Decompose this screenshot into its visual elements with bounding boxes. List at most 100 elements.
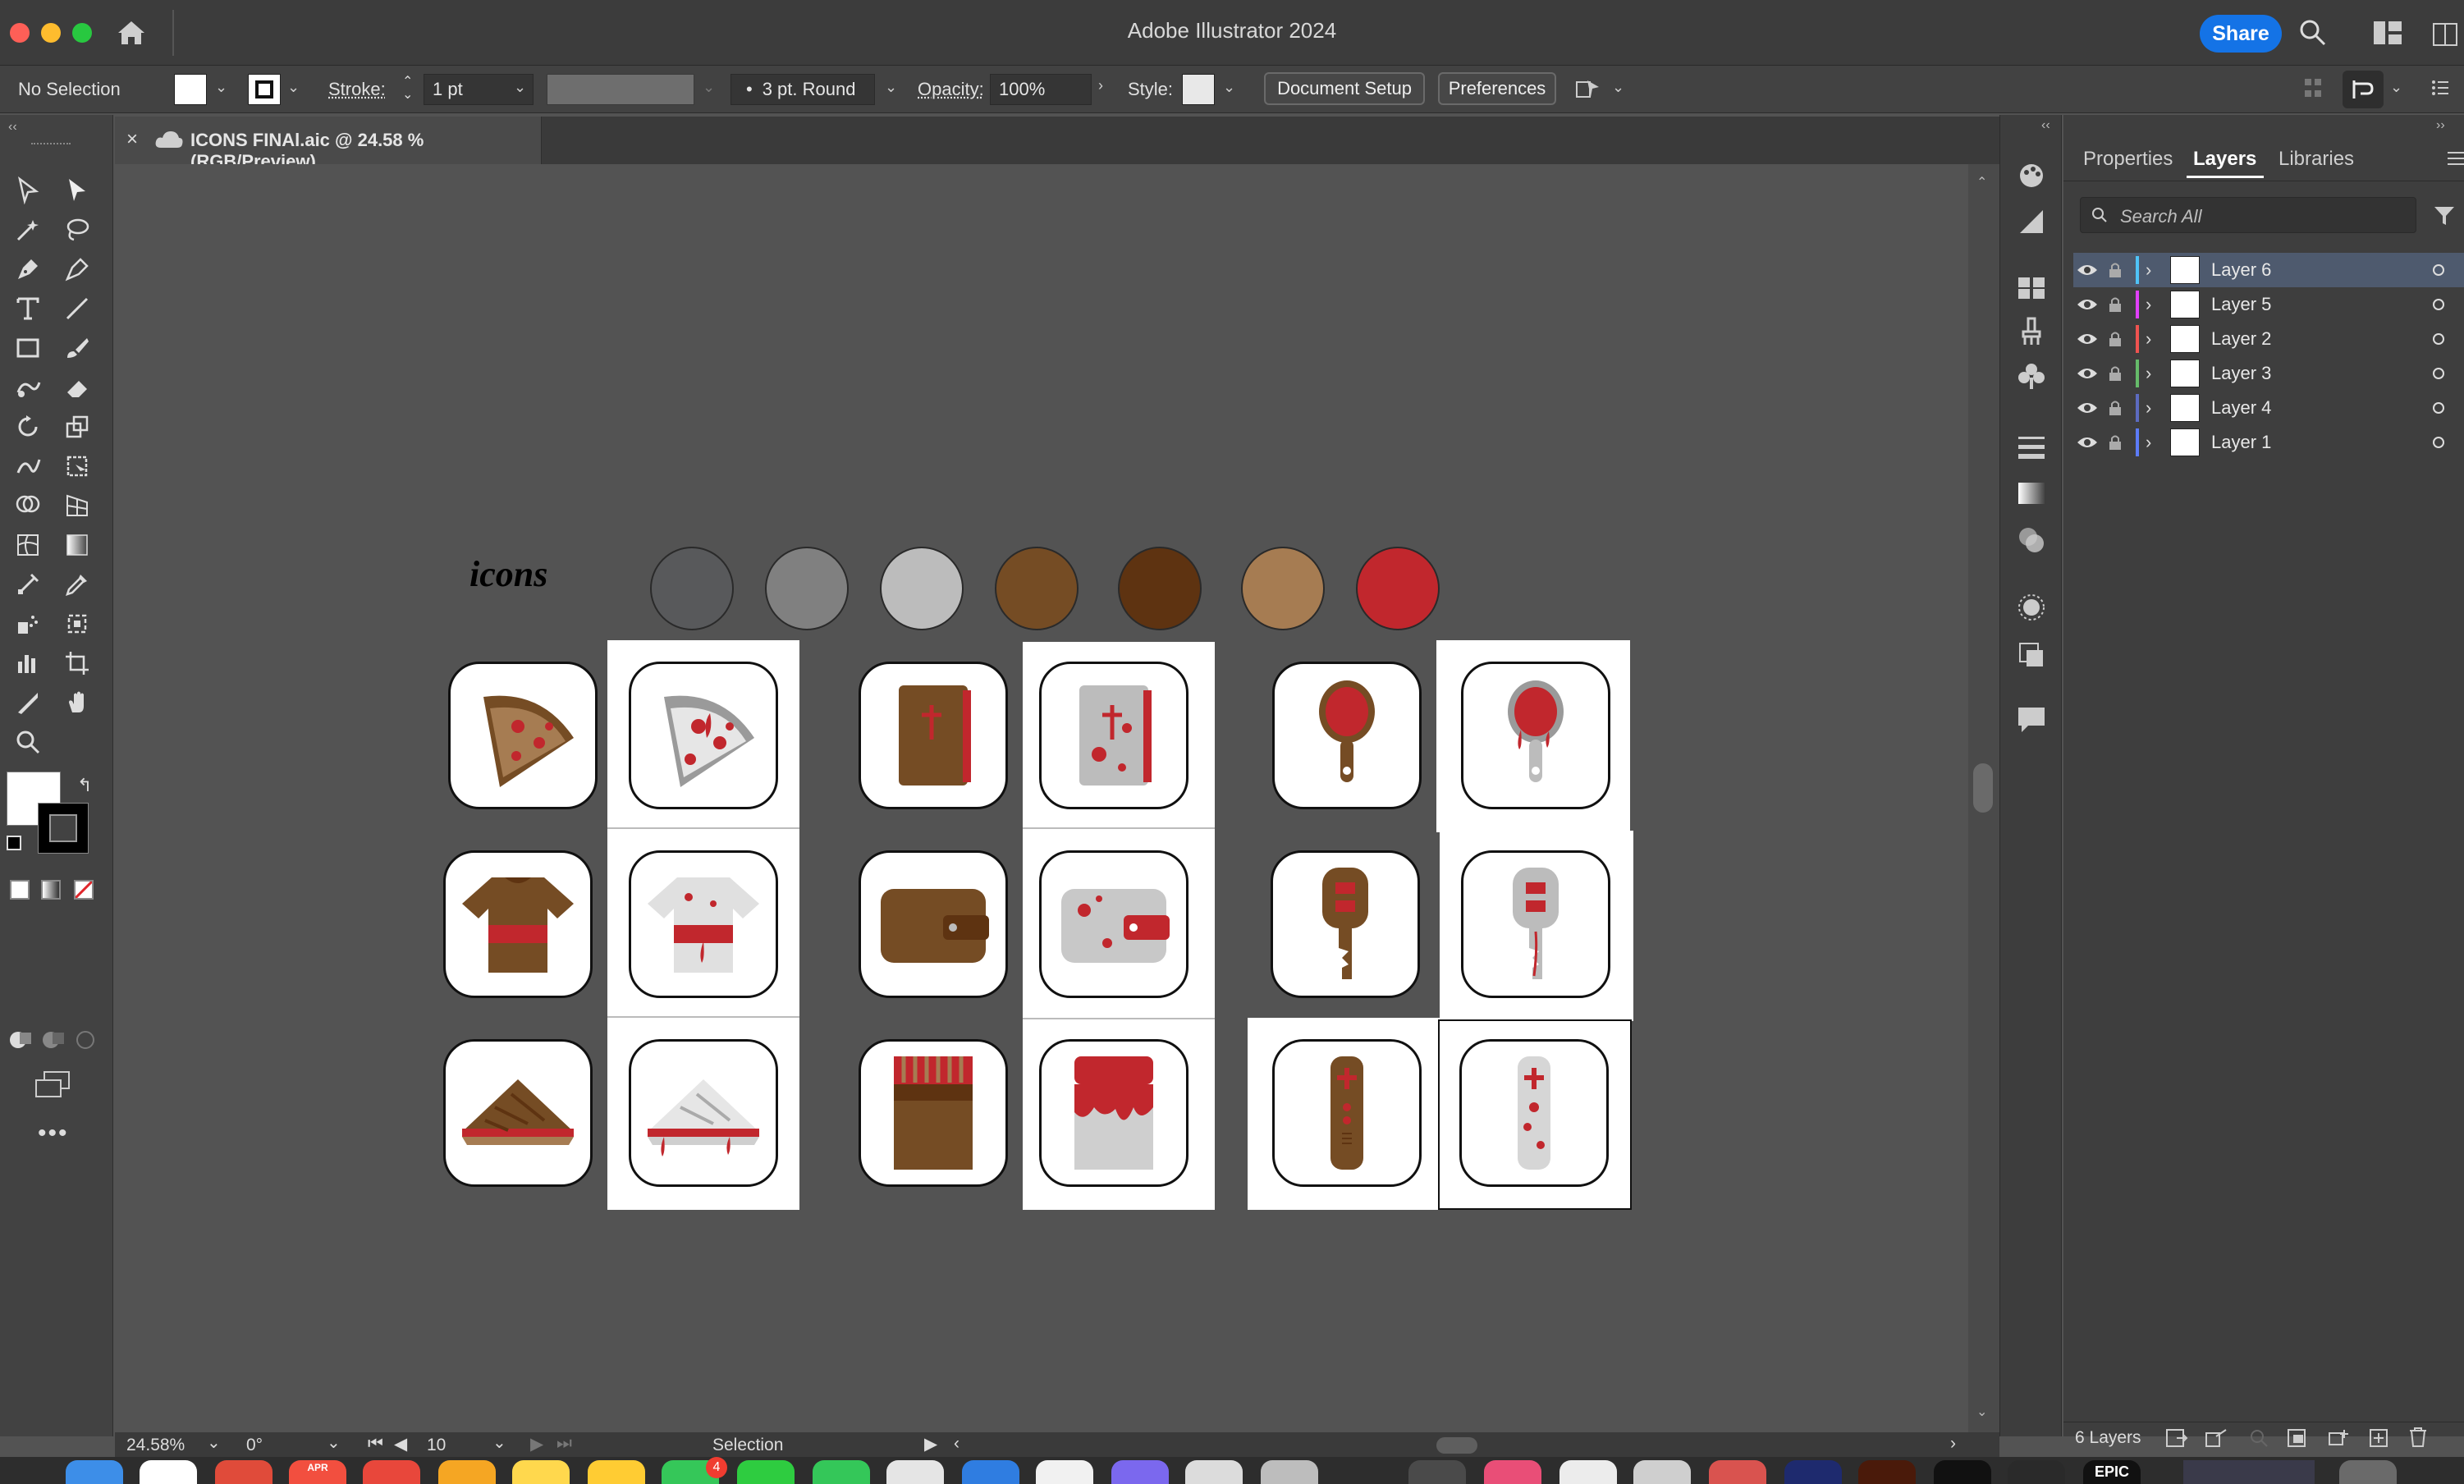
visibility-eye-icon[interactable] [2077, 436, 2101, 449]
eyedropper-tool-icon[interactable] [57, 566, 97, 602]
safari-icon[interactable] [886, 1460, 944, 1484]
brush-chevron-icon[interactable]: ⌄ [885, 79, 897, 96]
stroke-swatch[interactable] [38, 803, 89, 854]
column-graph-tool-icon[interactable] [8, 645, 48, 681]
utility-icon[interactable] [1261, 1460, 1318, 1484]
visibility-eye-icon[interactable] [2077, 298, 2101, 311]
shirt-bloody-icon[interactable] [629, 850, 778, 998]
fill-color-swatch[interactable] [174, 74, 207, 105]
color-swatch-brown[interactable] [995, 547, 1079, 630]
gradient-panel-icon[interactable] [2017, 481, 2046, 506]
layer-name[interactable]: Layer 1 [2211, 432, 2431, 453]
stroke-stepper-icon[interactable]: ⌃ ⌄ [402, 76, 413, 102]
matchbook-bloody-icon[interactable] [1039, 1039, 1188, 1187]
reminders-icon[interactable] [363, 1460, 420, 1484]
hairbrush-icon[interactable] [1272, 662, 1422, 809]
epic-games-icon[interactable]: EPIC [2083, 1460, 2141, 1484]
bible-icon[interactable] [859, 662, 1008, 809]
first-artboard-icon[interactable]: ⏮ [368, 1434, 383, 1454]
make-clipping-mask-icon[interactable] [2287, 1428, 2308, 1448]
lock-icon[interactable] [2108, 434, 2132, 451]
next-artboard-icon[interactable]: ▶ [530, 1434, 543, 1454]
brushes-panel-icon[interactable] [2017, 317, 2046, 346]
expand-layer-chevron-icon[interactable]: › [2146, 397, 2165, 419]
pizza-bloody-icon[interactable] [629, 662, 778, 809]
photoshop-icon[interactable] [1784, 1460, 1842, 1484]
expand-layer-chevron-icon[interactable]: › [2146, 328, 2165, 350]
lock-icon[interactable] [2108, 400, 2132, 416]
layer-name[interactable]: Layer 3 [2211, 363, 2431, 384]
unity-icon[interactable] [1559, 1460, 1617, 1484]
notes-icon[interactable] [438, 1460, 496, 1484]
hand-tool-icon[interactable] [57, 685, 97, 721]
scroll-right-icon[interactable]: › [1950, 1434, 1956, 1454]
sandwich-bloody-icon[interactable] [629, 1039, 778, 1187]
color-swatch-red[interactable] [1356, 547, 1440, 630]
layer-name[interactable]: Layer 5 [2211, 294, 2431, 315]
layer-name[interactable]: Layer 4 [2211, 397, 2431, 419]
scroll-down-icon[interactable]: ⌄ [1976, 1404, 1987, 1420]
scale-tool-icon[interactable] [57, 409, 97, 445]
teams-icon[interactable] [1111, 1460, 1169, 1484]
transform-icon[interactable] [2343, 71, 2384, 108]
whatsapp-icon[interactable] [813, 1460, 870, 1484]
artboard-chevron-icon[interactable]: ⌄ [492, 1432, 506, 1453]
stroke-weight-chevron-icon[interactable]: ⌄ [514, 79, 526, 96]
draw-behind-icon[interactable] [41, 1029, 66, 1051]
filter-icon[interactable] [2433, 204, 2456, 227]
lock-icon[interactable] [2108, 296, 2132, 313]
photos-icon[interactable] [140, 1460, 197, 1484]
symbol-sprayer-tool-icon[interactable] [8, 606, 48, 642]
opacity-arrow-icon[interactable]: › [1098, 77, 1103, 94]
stroke-dropdown-chevron-icon[interactable]: ⌄ [287, 79, 300, 96]
app-icon[interactable] [1408, 1460, 1466, 1484]
creative-cloud-icon[interactable] [1484, 1460, 1541, 1484]
lock-icon[interactable] [2108, 331, 2132, 347]
color-swatch-light-gray[interactable] [880, 547, 964, 630]
trash-icon[interactable] [2339, 1460, 2397, 1484]
illustrator-icon[interactable] [1858, 1460, 1916, 1484]
tab-layers[interactable]: Layers [2193, 148, 2256, 171]
arrange-icon[interactable] [1574, 76, 1602, 103]
pizza-icon[interactable] [448, 662, 598, 809]
shirt-icon[interactable] [443, 850, 593, 998]
rectangle-tool-icon[interactable] [8, 330, 48, 366]
color-mode-icon[interactable] [10, 880, 30, 900]
direct-selection-tool-icon[interactable] [57, 172, 97, 208]
lasso-tool-icon[interactable] [57, 212, 97, 248]
none-mode-icon[interactable] [74, 880, 94, 900]
search-layer-icon[interactable] [2249, 1428, 2269, 1448]
previous-artboard-icon[interactable]: ◀ [394, 1434, 407, 1454]
stroke-color-swatch[interactable] [248, 74, 281, 105]
artboard-number[interactable]: 10 [427, 1436, 446, 1455]
color-panel-icon[interactable] [2017, 161, 2046, 190]
visibility-eye-icon[interactable] [2077, 332, 2101, 346]
color-swatch-gray[interactable] [765, 547, 849, 630]
slice-tool-icon[interactable] [8, 685, 48, 721]
remote-icon[interactable] [1272, 1039, 1422, 1187]
facetime-icon[interactable] [737, 1460, 795, 1484]
layer-name[interactable]: Layer 6 [2211, 259, 2431, 281]
comments-panel-icon[interactable] [2017, 706, 2046, 734]
collapse-dock-icon[interactable]: ‹‹ [2041, 118, 2050, 133]
unity-hub-icon[interactable] [1633, 1460, 1691, 1484]
document-tab[interactable]: × ICONS FINAl.aic @ 24.58 % (RGB/Preview… [115, 117, 542, 172]
recent-window-thumbnail[interactable] [2183, 1460, 2315, 1484]
arrange-chevron-icon[interactable]: ⌄ [1612, 79, 1624, 96]
matchbook-icon[interactable] [859, 1039, 1008, 1187]
swatches-panel-icon[interactable] [2017, 276, 2046, 300]
search-icon[interactable] [2298, 18, 2328, 48]
rotate-tool-icon[interactable] [8, 409, 48, 445]
free-transform-tool-icon[interactable] [57, 448, 97, 484]
wallet-icon[interactable] [859, 850, 1008, 998]
scroll-thumb[interactable] [1973, 763, 1993, 813]
create-sublayer-icon[interactable] [2328, 1428, 2351, 1448]
draw-normal-icon[interactable] [8, 1029, 33, 1051]
swap-fill-stroke-icon[interactable]: ↰ [77, 775, 92, 796]
fill-dropdown-chevron-icon[interactable]: ⌄ [215, 79, 227, 96]
edit-toolbar-icon[interactable]: ••• [38, 1120, 69, 1147]
visibility-eye-icon[interactable] [2077, 401, 2101, 415]
layer-row[interactable]: › Layer 4 [2073, 391, 2464, 425]
expand-layer-chevron-icon[interactable]: › [2146, 432, 2165, 453]
type-tool-icon[interactable] [8, 291, 48, 327]
